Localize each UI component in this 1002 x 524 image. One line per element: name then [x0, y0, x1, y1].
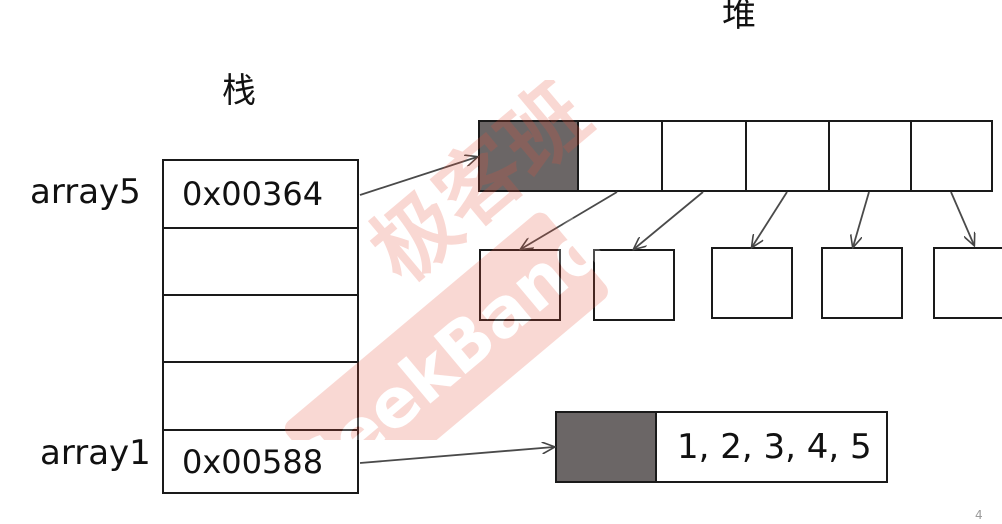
element-arrow	[752, 191, 788, 247]
array1-pointer-arrow	[359, 447, 554, 464]
element-arrow	[634, 191, 704, 249]
element-arrow	[950, 191, 974, 245]
page-number: 4	[975, 508, 983, 522]
element-arrow	[853, 191, 870, 247]
element-arrow	[521, 191, 618, 249]
reference-arrows	[359, 0, 1002, 464]
array5-pointer-arrow	[359, 157, 477, 196]
